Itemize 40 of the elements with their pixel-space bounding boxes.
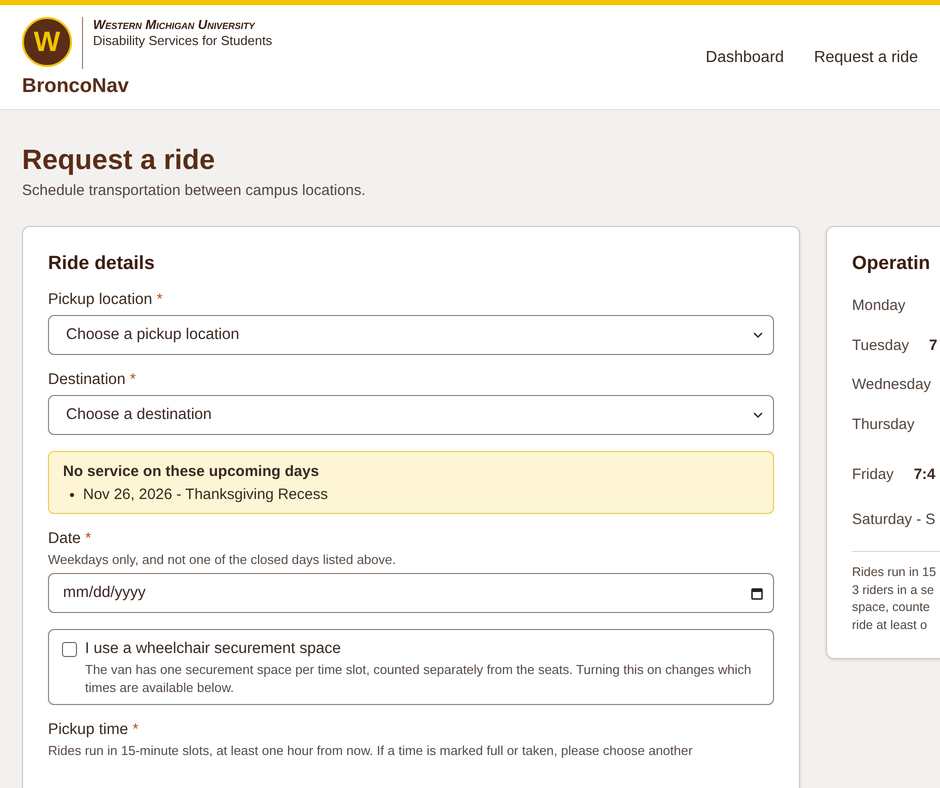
field-label: Pickup location * (48, 291, 164, 309)
hours-time: 7 (928, 336, 938, 354)
notice-item: Nov 26, 2026 - Thanksgiving Recess (83, 486, 328, 503)
checkbox-label: I use a wheelchair securement space (85, 640, 342, 658)
field-label: Pickup time * (48, 721, 140, 740)
page-title: Request a ride (22, 144, 216, 176)
notice-title: No service on these upcoming days (63, 463, 320, 480)
select-field[interactable]: Choose a pickup location (48, 315, 774, 355)
nav-link[interactable]: Dashboard (706, 49, 784, 67)
hours-note: Rides run in 15 (852, 564, 938, 581)
department-name: Disability Services for Students (93, 33, 272, 48)
chevron-down-icon (753, 332, 763, 338)
hours-note: 3 riders in a se (852, 582, 935, 598)
page-subtitle: Schedule transportation between campus locations. (22, 182, 367, 199)
select-field[interactable]: Choose a destination (48, 395, 774, 435)
field-label: Date * (48, 530, 92, 548)
hours-note: space, counte (852, 599, 931, 616)
nav-link[interactable]: Request a ride (814, 49, 918, 67)
day-label: Thursday (852, 416, 915, 432)
day-label: Wednesday (852, 376, 931, 393)
logo-icon: W (22, 17, 72, 67)
day-label: Tuesday (852, 336, 909, 354)
day-label: Monday (852, 297, 906, 314)
field-label: Destination * (48, 371, 137, 389)
bullet-icon (70, 492, 74, 496)
app-name: BroncoNav (22, 75, 130, 98)
card-title: Operatin (852, 253, 932, 275)
calendar-icon[interactable] (751, 586, 763, 600)
university-name: Western Michigan University (93, 17, 256, 32)
day-label: Saturday - S (852, 510, 936, 528)
field-hint: Rides run in 15-minute slots, at least one hour from now. If a time is marked full or taken, please choose another (48, 743, 694, 758)
hours-note: ride at least o (852, 616, 928, 634)
card-title: Ride details (48, 253, 156, 275)
field-hint: Weekdays only, and not one of the closed days listed above. (48, 552, 397, 567)
day-label: Friday (852, 466, 894, 482)
chevron-down-icon (753, 412, 763, 418)
checkbox-hint: The van has one securement space per time slot, counted separately from the seats. Turning this on changes which times are available below. (85, 661, 752, 696)
hours-time: 7:4 (914, 466, 936, 482)
date-field[interactable]: mm/dd/yyyy (48, 573, 774, 613)
checkbox[interactable] (62, 642, 77, 657)
